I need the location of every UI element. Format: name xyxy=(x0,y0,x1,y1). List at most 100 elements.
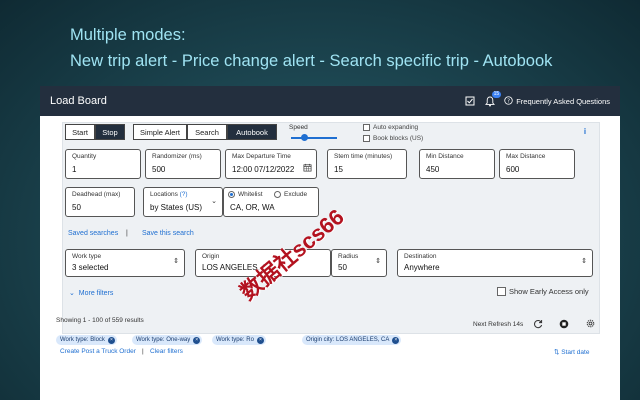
destination-select[interactable]: Destination Anywhere ⇕ xyxy=(397,249,593,277)
chevron-down-icon: ⌄ xyxy=(211,198,217,205)
deadhead-label: Deadhead (max) xyxy=(72,191,121,198)
banner-line-1: Multiple modes: xyxy=(70,26,186,44)
simple-alert-tab[interactable]: Simple Alert xyxy=(133,124,187,140)
book-blocks-option[interactable]: Book blocks (US) xyxy=(363,135,423,142)
locations-label: Locations (?) xyxy=(150,191,188,198)
quantity-field[interactable]: Quantity 1 xyxy=(65,149,141,179)
filter-chip-label: Work type: Block xyxy=(60,337,105,343)
max-distance-value: 600 xyxy=(506,165,520,174)
min-distance-field[interactable]: Min Distance 450 xyxy=(419,149,495,179)
start-button[interactable]: Start xyxy=(65,124,95,140)
locations-select[interactable]: Locations (?) by States (US) ⌄ xyxy=(143,187,223,217)
results-divider: | xyxy=(142,348,144,355)
info-icon[interactable]: i xyxy=(580,126,590,136)
refresh-icon[interactable] xyxy=(532,318,543,329)
chevron-down-icon: ⌄ xyxy=(69,290,75,297)
create-post-link[interactable]: Create Post a Truck Order xyxy=(60,348,136,355)
filter-chip-label: Origin city: LOS ANGELES, CA xyxy=(306,337,390,343)
max-distance-label: Max Distance xyxy=(506,153,546,160)
destination-value: Anywhere xyxy=(404,263,440,272)
start-date-label: Start date xyxy=(561,349,590,356)
calendar-icon[interactable] xyxy=(303,159,312,177)
filter-chip[interactable]: Origin city: LOS ANGELES, CA × xyxy=(302,335,402,345)
settings-gear-icon[interactable] xyxy=(585,318,596,329)
book-blocks-checkbox[interactable] xyxy=(363,135,370,142)
min-distance-label: Min Distance xyxy=(426,153,464,160)
filter-chip[interactable]: Work type: Block × xyxy=(56,335,117,345)
save-this-search-link[interactable]: Save this search xyxy=(142,230,194,237)
work-type-value: 3 selected xyxy=(72,263,109,272)
banner-line-2: New trip alert - Price change alert - Se… xyxy=(70,52,553,70)
early-access-checkbox[interactable] xyxy=(497,287,506,296)
filter-chip-label: Work type: Ro xyxy=(216,337,254,343)
stem-time-value: 15 xyxy=(334,165,343,174)
exclude-radio[interactable] xyxy=(274,191,281,198)
start-date-sort[interactable]: ⇅ Start date xyxy=(554,348,589,356)
max-distance-field[interactable]: Max Distance 600 xyxy=(499,149,575,179)
svg-text:?: ? xyxy=(507,98,510,104)
stop-button[interactable]: Stop xyxy=(95,124,125,140)
speed-label: Speed xyxy=(289,124,308,131)
max-departure-label: Max Departure Time xyxy=(232,153,291,160)
deadhead-field[interactable]: Deadhead (max) 50 xyxy=(65,187,135,217)
stem-time-field[interactable]: Stem time (minutes) 15 xyxy=(327,149,407,179)
filter-chip[interactable]: Work type: Ro × xyxy=(212,335,266,345)
randomizer-value: 500 xyxy=(152,165,166,174)
radius-value: 50 xyxy=(338,263,347,272)
exclude-option[interactable]: Exclude xyxy=(274,191,307,198)
filter-chip[interactable]: Work type: One-way × xyxy=(132,335,203,345)
remove-chip-icon[interactable]: × xyxy=(256,336,264,344)
whitelist-option[interactable]: Whitelist xyxy=(228,191,263,198)
work-type-select[interactable]: Work type 3 selected ⇕ xyxy=(65,249,185,277)
auto-expanding-checkbox[interactable] xyxy=(363,124,370,131)
whitelist-label: Whitelist xyxy=(238,191,263,198)
auto-expanding-label: Auto expanding xyxy=(373,124,419,131)
search-tab[interactable]: Search xyxy=(187,124,227,140)
locations-value: by States (US) xyxy=(150,203,203,212)
stop-icon[interactable] xyxy=(558,318,569,329)
faq-link[interactable]: ? Frequently Asked Questions xyxy=(504,95,610,107)
quantity-value: 1 xyxy=(72,165,77,174)
max-departure-value: 12:00 07/12/2022 xyxy=(232,165,295,174)
app-window: Load Board 15 ? Frequently Asked Questio… xyxy=(40,86,620,400)
states-field[interactable]: Whitelist Exclude CA, OR, WA xyxy=(223,187,319,217)
radius-label: Radius xyxy=(338,253,359,260)
states-value: CA, OR, WA xyxy=(230,203,275,212)
results-count: Showing 1 - 100 of 559 results xyxy=(56,317,144,324)
destination-label: Destination xyxy=(404,253,437,260)
locations-help[interactable]: (?) xyxy=(180,191,188,198)
link-divider: | xyxy=(126,230,128,237)
exclude-label: Exclude xyxy=(284,191,308,198)
checkbox-icon[interactable] xyxy=(464,95,476,107)
max-departure-field[interactable]: Max Departure Time 12:00 07/12/2022 xyxy=(225,149,317,179)
saved-searches-link[interactable]: Saved searches xyxy=(68,230,118,237)
remove-chip-icon[interactable]: × xyxy=(392,336,400,344)
book-blocks-label: Book blocks (US) xyxy=(373,135,424,142)
more-filters-toggle[interactable]: ⌄ More filters xyxy=(69,289,113,297)
clear-filters-link[interactable]: Clear filters xyxy=(150,348,183,355)
speed-slider-handle[interactable] xyxy=(301,134,309,141)
sort-arrows-icon: ⇕ xyxy=(581,258,587,265)
bell-icon[interactable]: 15 xyxy=(484,91,502,107)
more-filters-label: More filters xyxy=(78,290,114,297)
early-access-label: Show Early Access only xyxy=(509,287,589,296)
radius-select[interactable]: Radius 50 ⇕ xyxy=(331,249,387,277)
whitelist-radio[interactable] xyxy=(228,191,235,198)
top-bar: Load Board 15 ? Frequently Asked Questio… xyxy=(40,86,620,116)
randomizer-field[interactable]: Randomizer (ms) 500 xyxy=(145,149,221,179)
speed-slider[interactable] xyxy=(291,137,337,139)
early-access-option[interactable]: Show Early Access only xyxy=(497,287,589,296)
faq-label: Frequently Asked Questions xyxy=(516,96,610,106)
auto-expanding-option[interactable]: Auto expanding xyxy=(363,124,418,131)
app-title: Load Board xyxy=(50,95,107,107)
remove-chip-icon[interactable]: × xyxy=(107,336,115,344)
randomizer-label: Randomizer (ms) xyxy=(152,153,202,160)
deadhead-value: 50 xyxy=(72,203,81,212)
sort-arrows-icon: ⇕ xyxy=(173,258,179,265)
origin-label: Origin xyxy=(202,253,220,260)
remove-chip-icon[interactable]: × xyxy=(193,336,201,344)
work-type-label: Work type xyxy=(72,253,102,260)
autobook-tab[interactable]: Autobook xyxy=(227,124,277,140)
min-distance-value: 450 xyxy=(426,165,440,174)
help-icon: ? xyxy=(504,95,513,107)
